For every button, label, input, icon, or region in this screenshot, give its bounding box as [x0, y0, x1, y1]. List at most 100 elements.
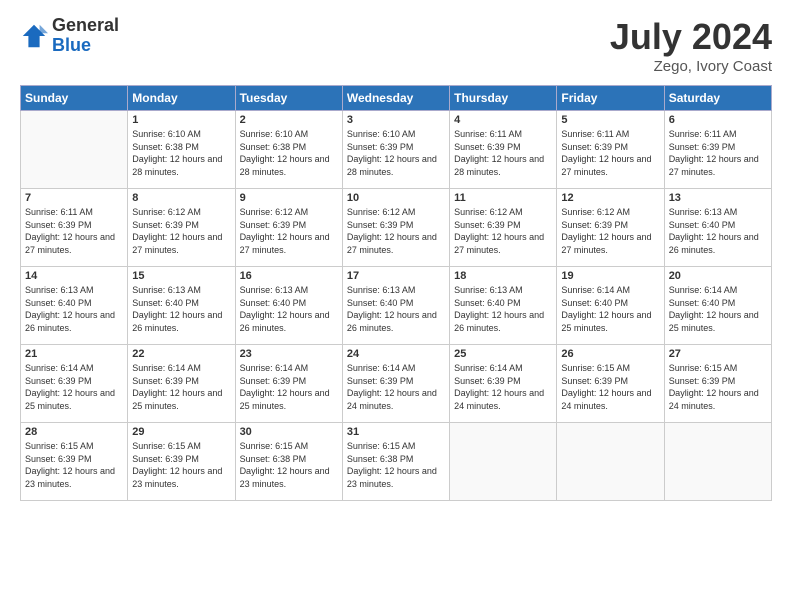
calendar-header-day: Sunday [21, 86, 128, 111]
day-number: 22 [132, 348, 230, 360]
main-title: July 2024 [610, 16, 772, 58]
calendar-cell: 31Sunrise: 6:15 AMSunset: 6:38 PMDayligh… [342, 423, 449, 501]
day-info: Sunrise: 6:13 AMSunset: 6:40 PMDaylight:… [25, 284, 123, 334]
day-number: 27 [669, 348, 767, 360]
calendar-cell: 3 Sunrise: 6:10 AMSunset: 6:39 PMDaylight… [342, 111, 449, 189]
calendar-week-row: 14 Sunrise: 6:13 AMSunset: 6:40 PMDayligh… [21, 267, 772, 345]
day-number: 4 [454, 114, 552, 126]
calendar-cell: 11Sunrise: 6:12 AMSunset: 6:39 PMDayligh… [450, 189, 557, 267]
day-info: Sunrise: 6:14 AMSunset: 6:39 PMDaylight:… [240, 362, 338, 412]
day-number: 9 [240, 192, 338, 204]
calendar-cell: 27 Sunrise: 6:15 AMSunset: 6:39 PMDayligh… [664, 345, 771, 423]
calendar-week-row: 28 Sunrise: 6:15 AMSunset: 6:39 PMDayligh… [21, 423, 772, 501]
day-info: Sunrise: 6:12 AMSunset: 6:39 PMDaylight:… [132, 206, 230, 256]
calendar-cell: 26 Sunrise: 6:15 AMSunset: 6:39 PMDayligh… [557, 345, 664, 423]
calendar-cell: 7Sunrise: 6:11 AMSunset: 6:39 PMDaylight… [21, 189, 128, 267]
calendar-header-day: Tuesday [235, 86, 342, 111]
calendar-header-day: Saturday [664, 86, 771, 111]
calendar-cell: 17 Sunrise: 6:13 AMSunset: 6:40 PMDayligh… [342, 267, 449, 345]
calendar-week-row: 21 Sunrise: 6:14 AMSunset: 6:39 PMDayligh… [21, 345, 772, 423]
day-number: 25 [454, 348, 552, 360]
day-number: 23 [240, 348, 338, 360]
day-info: Sunrise: 6:15 AMSunset: 6:38 PMDaylight:… [240, 440, 338, 490]
calendar-cell: 8 Sunrise: 6:12 AMSunset: 6:39 PMDaylight… [128, 189, 235, 267]
calendar-header-day: Wednesday [342, 86, 449, 111]
day-info: Sunrise: 6:12 AMSunset: 6:39 PMDaylight:… [240, 206, 338, 256]
calendar-cell: 25 Sunrise: 6:14 AMSunset: 6:39 PMDayligh… [450, 345, 557, 423]
calendar-header-day: Monday [128, 86, 235, 111]
day-number: 6 [669, 114, 767, 126]
calendar-cell: 13 Sunrise: 6:13 AMSunset: 6:40 PMDayligh… [664, 189, 771, 267]
calendar-header-row: SundayMondayTuesdayWednesdayThursdayFrid… [21, 86, 772, 111]
title-block: July 2024 Zego, Ivory Coast [610, 16, 772, 75]
calendar-cell: 6 Sunrise: 6:11 AMSunset: 6:39 PMDaylight… [664, 111, 771, 189]
day-number: 14 [25, 270, 123, 282]
day-info: Sunrise: 6:11 AMSunset: 6:39 PMDaylight:… [669, 128, 767, 178]
calendar-cell: 22 Sunrise: 6:14 AMSunset: 6:39 PMDayligh… [128, 345, 235, 423]
day-number: 16 [240, 270, 338, 282]
calendar-header-day: Thursday [450, 86, 557, 111]
calendar-cell [557, 423, 664, 501]
day-info: Sunrise: 6:13 AMSunset: 6:40 PMDaylight:… [669, 206, 767, 256]
calendar-cell: 20 Sunrise: 6:14 AMSunset: 6:40 PMDayligh… [664, 267, 771, 345]
calendar-cell: 1Sunrise: 6:10 AMSunset: 6:38 PMDaylight… [128, 111, 235, 189]
day-number: 1 [132, 114, 230, 126]
day-number: 26 [561, 348, 659, 360]
day-number: 7 [25, 192, 123, 204]
day-number: 13 [669, 192, 767, 204]
day-info: Sunrise: 6:13 AMSunset: 6:40 PMDaylight:… [240, 284, 338, 334]
day-info: Sunrise: 6:10 AMSunset: 6:39 PMDaylight:… [347, 128, 445, 178]
logo-icon [20, 22, 48, 50]
day-info: Sunrise: 6:13 AMSunset: 6:40 PMDaylight:… [347, 284, 445, 334]
calendar-cell: 10 Sunrise: 6:12 AMSunset: 6:39 PMDayligh… [342, 189, 449, 267]
calendar-cell: 16 Sunrise: 6:13 AMSunset: 6:40 PMDayligh… [235, 267, 342, 345]
day-number: 21 [25, 348, 123, 360]
calendar-cell [450, 423, 557, 501]
calendar-week-row: 7Sunrise: 6:11 AMSunset: 6:39 PMDaylight… [21, 189, 772, 267]
day-number: 5 [561, 114, 659, 126]
day-number: 10 [347, 192, 445, 204]
day-number: 30 [240, 426, 338, 438]
calendar-cell: 4Sunrise: 6:11 AMSunset: 6:39 PMDaylight… [450, 111, 557, 189]
calendar-table: SundayMondayTuesdayWednesdayThursdayFrid… [20, 85, 772, 501]
day-info: Sunrise: 6:14 AMSunset: 6:39 PMDaylight:… [454, 362, 552, 412]
logo-general-text: General [52, 16, 119, 36]
header: General Blue July 2024 Zego, Ivory Coast [20, 16, 772, 75]
calendar-cell [664, 423, 771, 501]
day-info: Sunrise: 6:12 AMSunset: 6:39 PMDaylight:… [347, 206, 445, 256]
day-number: 3 [347, 114, 445, 126]
calendar-cell: 18 Sunrise: 6:13 AMSunset: 6:40 PMDayligh… [450, 267, 557, 345]
day-info: Sunrise: 6:12 AMSunset: 6:39 PMDaylight:… [561, 206, 659, 256]
calendar-cell: 28Sunrise: 6:15 AMSunset: 6:39 PMDayligh… [21, 423, 128, 501]
day-number: 24 [347, 348, 445, 360]
day-info: Sunrise: 6:15 AMSunset: 6:39 PMDaylight:… [132, 440, 230, 490]
day-info: Sunrise: 6:14 AMSunset: 6:39 PMDaylight:… [25, 362, 123, 412]
day-number: 8 [132, 192, 230, 204]
day-info: Sunrise: 6:14 AMSunset: 6:39 PMDaylight:… [132, 362, 230, 412]
day-info: Sunrise: 6:13 AMSunset: 6:40 PMDaylight:… [454, 284, 552, 334]
calendar-cell: 12 Sunrise: 6:12 AMSunset: 6:39 PMDayligh… [557, 189, 664, 267]
day-info: Sunrise: 6:15 AMSunset: 6:39 PMDaylight:… [561, 362, 659, 412]
calendar-cell [21, 111, 128, 189]
logo-text: General Blue [52, 16, 119, 56]
calendar-cell: 19Sunrise: 6:14 AMSunset: 6:40 PMDayligh… [557, 267, 664, 345]
calendar-cell: 23 Sunrise: 6:14 AMSunset: 6:39 PMDayligh… [235, 345, 342, 423]
day-info: Sunrise: 6:12 AMSunset: 6:39 PMDaylight:… [454, 206, 552, 256]
day-info: Sunrise: 6:14 AMSunset: 6:40 PMDaylight:… [669, 284, 767, 334]
day-info: Sunrise: 6:15 AMSunset: 6:39 PMDaylight:… [669, 362, 767, 412]
calendar-cell: 14 Sunrise: 6:13 AMSunset: 6:40 PMDayligh… [21, 267, 128, 345]
day-number: 28 [25, 426, 123, 438]
day-number: 18 [454, 270, 552, 282]
calendar-cell: 15Sunrise: 6:13 AMSunset: 6:40 PMDayligh… [128, 267, 235, 345]
day-number: 20 [669, 270, 767, 282]
logo-blue-text: Blue [52, 36, 119, 56]
day-info: Sunrise: 6:15 AMSunset: 6:38 PMDaylight:… [347, 440, 445, 490]
calendar-cell: 30 Sunrise: 6:15 AMSunset: 6:38 PMDayligh… [235, 423, 342, 501]
calendar-cell: 5Sunrise: 6:11 AMSunset: 6:39 PMDaylight… [557, 111, 664, 189]
subtitle: Zego, Ivory Coast [610, 58, 772, 75]
day-number: 12 [561, 192, 659, 204]
day-number: 17 [347, 270, 445, 282]
calendar-cell: 29Sunrise: 6:15 AMSunset: 6:39 PMDayligh… [128, 423, 235, 501]
logo: General Blue [20, 16, 119, 56]
page: General Blue July 2024 Zego, Ivory Coast… [0, 0, 792, 612]
